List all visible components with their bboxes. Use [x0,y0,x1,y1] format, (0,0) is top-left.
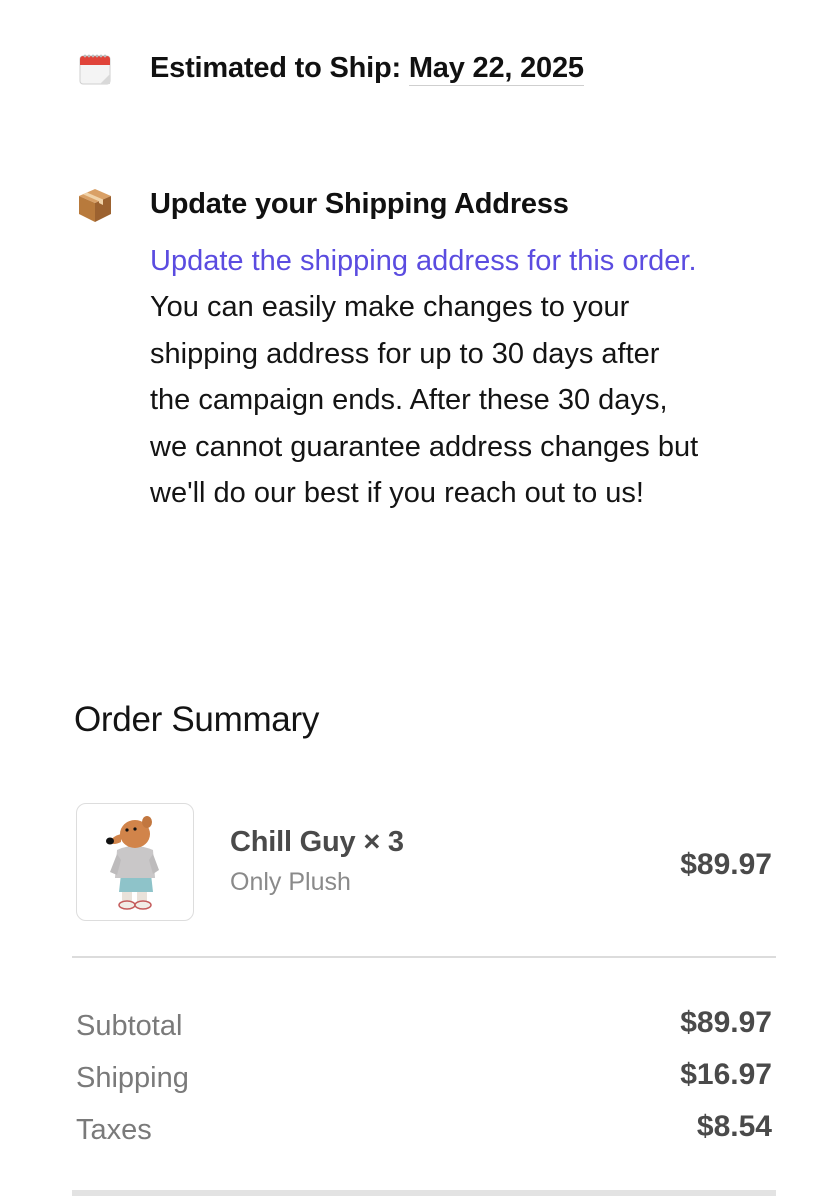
divider [72,956,776,958]
taxes-label: Taxes [76,1114,152,1146]
item-price: $89.97 [680,848,772,881]
description-line: we'll do our best if you reach out to us… [150,477,644,509]
item-name: Chill Guy × 3 [230,826,404,858]
order-summary-title: Order Summary [74,700,320,739]
estimated-ship-date: May 22, 2025 [408,52,584,86]
estimated-ship-line: Estimated to Ship: May 22, 2025 [150,48,584,88]
product-thumbnail [76,803,194,921]
shipping-address-title: Update your Shipping Address [150,188,569,220]
taxes-value: $8.54 [696,1110,772,1143]
shipping-address-description: You can easily make changes to your ship… [150,284,800,517]
description-line: we cannot guarantee address changes but [150,430,699,463]
subtotal-value: $89.97 [680,1006,772,1039]
description-line: the campaign ends. After these 30 days, [150,384,668,416]
update-shipping-address-link[interactable]: Update the shipping address for this ord… [150,241,697,281]
shipping-label: Shipping [76,1062,189,1094]
package-icon [79,189,111,222]
subtotal-label: Subtotal [76,1010,183,1042]
estimated-ship-label: Estimated to Ship: [150,52,409,84]
plush-toy-image [106,816,159,910]
description-line: shipping address for up to 30 days after [150,337,660,370]
shipping-value: $16.97 [680,1058,772,1091]
description-line: You can easily make changes to your [150,291,630,323]
divider [72,1190,776,1196]
calendar-icon [79,54,111,85]
item-variant: Only Plush [230,868,351,896]
